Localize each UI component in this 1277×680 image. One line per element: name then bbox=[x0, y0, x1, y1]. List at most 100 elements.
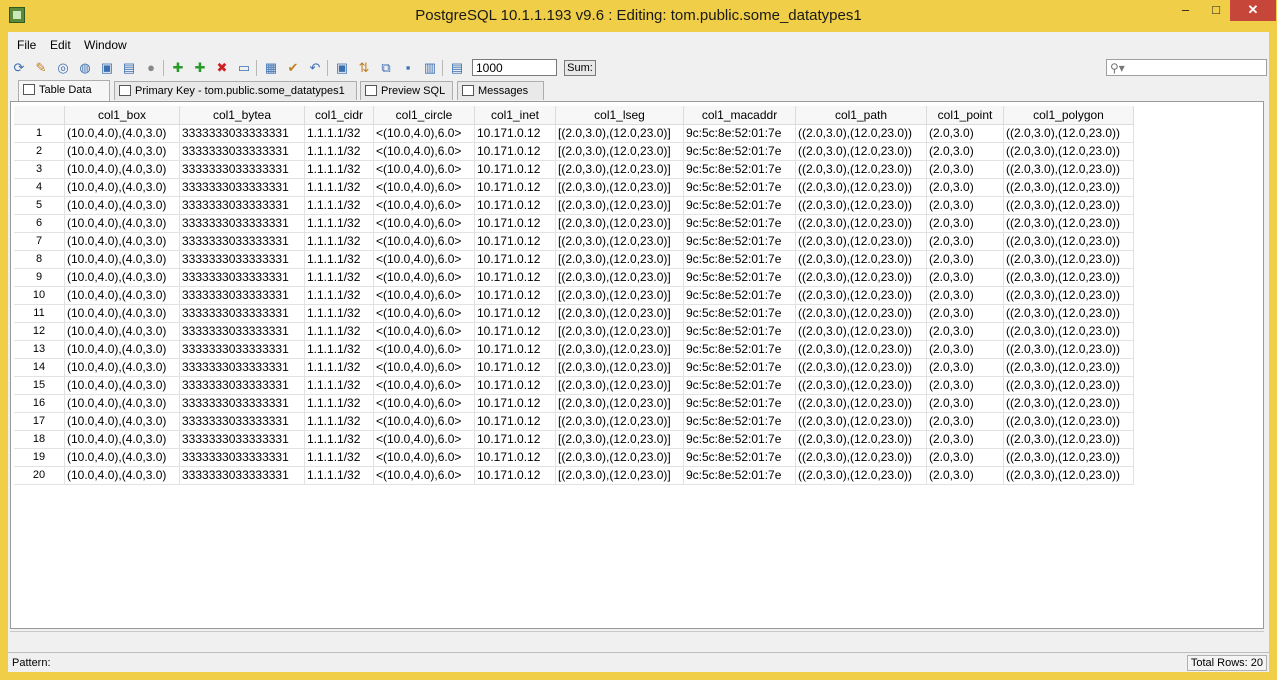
cell-col1_cidr[interactable]: 1.1.1.1/32 bbox=[304, 358, 374, 377]
group-icon[interactable]: ⧉ bbox=[378, 60, 394, 76]
cell-col1_polygon[interactable]: ((2.0,3.0),(12.0,23.0)) bbox=[1003, 340, 1134, 359]
row-number[interactable]: 10 bbox=[14, 286, 65, 305]
cell-col1_inet[interactable]: 10.171.0.12 bbox=[474, 286, 556, 305]
row-number[interactable]: 14 bbox=[14, 358, 65, 377]
cell-col1_lseg[interactable]: [(2.0,3.0),(12.0,23.0)] bbox=[555, 214, 684, 233]
column-header-col1_macaddr[interactable]: col1_macaddr bbox=[683, 106, 796, 125]
cell-col1_circle[interactable]: <(10.0,4.0),6.0> bbox=[373, 448, 475, 467]
cell-col1_circle[interactable]: <(10.0,4.0),6.0> bbox=[373, 412, 475, 431]
cell-col1_box[interactable]: (10.0,4.0),(4.0,3.0) bbox=[64, 358, 180, 377]
cell-col1_macaddr[interactable]: 9c:5c:8e:52:01:7e bbox=[683, 124, 796, 143]
row-number[interactable]: 13 bbox=[14, 340, 65, 359]
cell-col1_path[interactable]: ((2.0,3.0),(12.0,23.0)) bbox=[795, 268, 927, 287]
cell-col1_point[interactable]: (2.0,3.0) bbox=[926, 358, 1004, 377]
cell-col1_circle[interactable]: <(10.0,4.0),6.0> bbox=[373, 232, 475, 251]
cell-col1_inet[interactable]: 10.171.0.12 bbox=[474, 304, 556, 323]
cell-col1_polygon[interactable]: ((2.0,3.0),(12.0,23.0)) bbox=[1003, 250, 1134, 269]
cell-col1_path[interactable]: ((2.0,3.0),(12.0,23.0)) bbox=[795, 322, 927, 341]
cell-col1_polygon[interactable]: ((2.0,3.0),(12.0,23.0)) bbox=[1003, 142, 1134, 161]
cell-col1_box[interactable]: (10.0,4.0),(4.0,3.0) bbox=[64, 466, 180, 485]
cell-col1_inet[interactable]: 10.171.0.12 bbox=[474, 268, 556, 287]
cell-col1_point[interactable]: (2.0,3.0) bbox=[926, 250, 1004, 269]
cell-col1_lseg[interactable]: [(2.0,3.0),(12.0,23.0)] bbox=[555, 322, 684, 341]
cell-col1_bytea[interactable]: 3333333033333331 bbox=[179, 214, 305, 233]
filter-icon[interactable]: ◎ bbox=[55, 60, 71, 76]
title-bar[interactable]: PostgreSQL 10.1.1.193 v9.6 : Editing: to… bbox=[0, 0, 1277, 32]
cell-col1_box[interactable]: (10.0,4.0),(4.0,3.0) bbox=[64, 178, 180, 197]
cell-col1_inet[interactable]: 10.171.0.12 bbox=[474, 412, 556, 431]
cell-col1_inet[interactable]: 10.171.0.12 bbox=[474, 232, 556, 251]
cell-col1_polygon[interactable]: ((2.0,3.0),(12.0,23.0)) bbox=[1003, 322, 1134, 341]
table-row[interactable]: 6 (10.0,4.0),(4.0,3.0) 3333333033333331 1.1… bbox=[14, 214, 1134, 233]
cell-col1_bytea[interactable]: 3333333033333331 bbox=[179, 466, 305, 485]
column-header-col1_bytea[interactable]: col1_bytea bbox=[179, 106, 305, 125]
filter-clear-icon[interactable]: ◍ bbox=[77, 60, 93, 76]
cell-col1_point[interactable]: (2.0,3.0) bbox=[926, 124, 1004, 143]
cell-col1_box[interactable]: (10.0,4.0),(4.0,3.0) bbox=[64, 250, 180, 269]
cell-col1_point[interactable]: (2.0,3.0) bbox=[926, 466, 1004, 485]
form-view-icon[interactable]: ▪ bbox=[400, 60, 416, 76]
cell-col1_lseg[interactable]: [(2.0,3.0),(12.0,23.0)] bbox=[555, 340, 684, 359]
tab-messages[interactable]: Messages bbox=[457, 81, 544, 100]
cell-col1_point[interactable]: (2.0,3.0) bbox=[926, 394, 1004, 413]
cell-col1_cidr[interactable]: 1.1.1.1/32 bbox=[304, 304, 374, 323]
tab-primary-key[interactable]: Primary Key - tom.public.some_datatypes1 bbox=[114, 81, 357, 100]
cell-col1_point[interactable]: (2.0,3.0) bbox=[926, 232, 1004, 251]
rollback-icon[interactable]: ↶ bbox=[307, 60, 323, 76]
cell-col1_lseg[interactable]: [(2.0,3.0),(12.0,23.0)] bbox=[555, 412, 684, 431]
cell-col1_bytea[interactable]: 3333333033333331 bbox=[179, 448, 305, 467]
cell-col1_cidr[interactable]: 1.1.1.1/32 bbox=[304, 214, 374, 233]
cell-col1_cidr[interactable]: 1.1.1.1/32 bbox=[304, 124, 374, 143]
cell-col1_macaddr[interactable]: 9c:5c:8e:52:01:7e bbox=[683, 322, 796, 341]
grid-view-icon[interactable]: ▣ bbox=[334, 60, 350, 76]
cell-col1_path[interactable]: ((2.0,3.0),(12.0,23.0)) bbox=[795, 466, 927, 485]
cell-col1_macaddr[interactable]: 9c:5c:8e:52:01:7e bbox=[683, 430, 796, 449]
cell-col1_path[interactable]: ((2.0,3.0),(12.0,23.0)) bbox=[795, 178, 927, 197]
refresh-icon[interactable]: ⟳ bbox=[11, 60, 27, 76]
cell-col1_box[interactable]: (10.0,4.0),(4.0,3.0) bbox=[64, 448, 180, 467]
cell-col1_lseg[interactable]: [(2.0,3.0),(12.0,23.0)] bbox=[555, 250, 684, 269]
cell-col1_circle[interactable]: <(10.0,4.0),6.0> bbox=[373, 340, 475, 359]
row-number[interactable]: 16 bbox=[14, 394, 65, 413]
cell-col1_lseg[interactable]: [(2.0,3.0),(12.0,23.0)] bbox=[555, 394, 684, 413]
cell-col1_bytea[interactable]: 3333333033333331 bbox=[179, 412, 305, 431]
cell-col1_box[interactable]: (10.0,4.0),(4.0,3.0) bbox=[64, 376, 180, 395]
cell-col1_cidr[interactable]: 1.1.1.1/32 bbox=[304, 448, 374, 467]
row-number[interactable]: 17 bbox=[14, 412, 65, 431]
cell-col1_path[interactable]: ((2.0,3.0),(12.0,23.0)) bbox=[795, 394, 927, 413]
cell-col1_inet[interactable]: 10.171.0.12 bbox=[474, 340, 556, 359]
close-button[interactable]: ✕ bbox=[1230, 0, 1276, 21]
cell-col1_box[interactable]: (10.0,4.0),(4.0,3.0) bbox=[64, 340, 180, 359]
cell-col1_inet[interactable]: 10.171.0.12 bbox=[474, 142, 556, 161]
cell-col1_polygon[interactable]: ((2.0,3.0),(12.0,23.0)) bbox=[1003, 466, 1134, 485]
cell-col1_bytea[interactable]: 3333333033333331 bbox=[179, 160, 305, 179]
cell-col1_bytea[interactable]: 3333333033333331 bbox=[179, 322, 305, 341]
cell-col1_path[interactable]: ((2.0,3.0),(12.0,23.0)) bbox=[795, 214, 927, 233]
cell-col1_point[interactable]: (2.0,3.0) bbox=[926, 412, 1004, 431]
cell-col1_lseg[interactable]: [(2.0,3.0),(12.0,23.0)] bbox=[555, 358, 684, 377]
cell-col1_polygon[interactable]: ((2.0,3.0),(12.0,23.0)) bbox=[1003, 358, 1134, 377]
row-number[interactable]: 11 bbox=[14, 304, 65, 323]
cell-col1_cidr[interactable]: 1.1.1.1/32 bbox=[304, 142, 374, 161]
column-header-col1_lseg[interactable]: col1_lseg bbox=[555, 106, 684, 125]
table-row[interactable]: 19 (10.0,4.0),(4.0,3.0) 3333333033333331 1.… bbox=[14, 448, 1134, 467]
cell-col1_cidr[interactable]: 1.1.1.1/32 bbox=[304, 376, 374, 395]
table-row[interactable]: 12 (10.0,4.0),(4.0,3.0) 3333333033333331 1.… bbox=[14, 322, 1134, 341]
cell-col1_cidr[interactable]: 1.1.1.1/32 bbox=[304, 196, 374, 215]
table-row[interactable]: 10 (10.0,4.0),(4.0,3.0) 3333333033333331 1.… bbox=[14, 286, 1134, 305]
table-row[interactable]: 3 (10.0,4.0),(4.0,3.0) 3333333033333331 1.1… bbox=[14, 160, 1134, 179]
cell-col1_path[interactable]: ((2.0,3.0),(12.0,23.0)) bbox=[795, 430, 927, 449]
cell-col1_lseg[interactable]: [(2.0,3.0),(12.0,23.0)] bbox=[555, 268, 684, 287]
add-row-icon[interactable]: ✚ bbox=[170, 60, 186, 76]
cell-col1_box[interactable]: (10.0,4.0),(4.0,3.0) bbox=[64, 268, 180, 287]
cell-col1_cidr[interactable]: 1.1.1.1/32 bbox=[304, 322, 374, 341]
cell-col1_circle[interactable]: <(10.0,4.0),6.0> bbox=[373, 322, 475, 341]
cell-col1_polygon[interactable]: ((2.0,3.0),(12.0,23.0)) bbox=[1003, 268, 1134, 287]
cell-col1_inet[interactable]: 10.171.0.12 bbox=[474, 214, 556, 233]
cell-col1_inet[interactable]: 10.171.0.12 bbox=[474, 250, 556, 269]
cell-col1_macaddr[interactable]: 9c:5c:8e:52:01:7e bbox=[683, 250, 796, 269]
cell-col1_macaddr[interactable]: 9c:5c:8e:52:01:7e bbox=[683, 142, 796, 161]
cell-col1_path[interactable]: ((2.0,3.0),(12.0,23.0)) bbox=[795, 250, 927, 269]
cell-col1_bytea[interactable]: 3333333033333331 bbox=[179, 394, 305, 413]
cell-col1_cidr[interactable]: 1.1.1.1/32 bbox=[304, 178, 374, 197]
